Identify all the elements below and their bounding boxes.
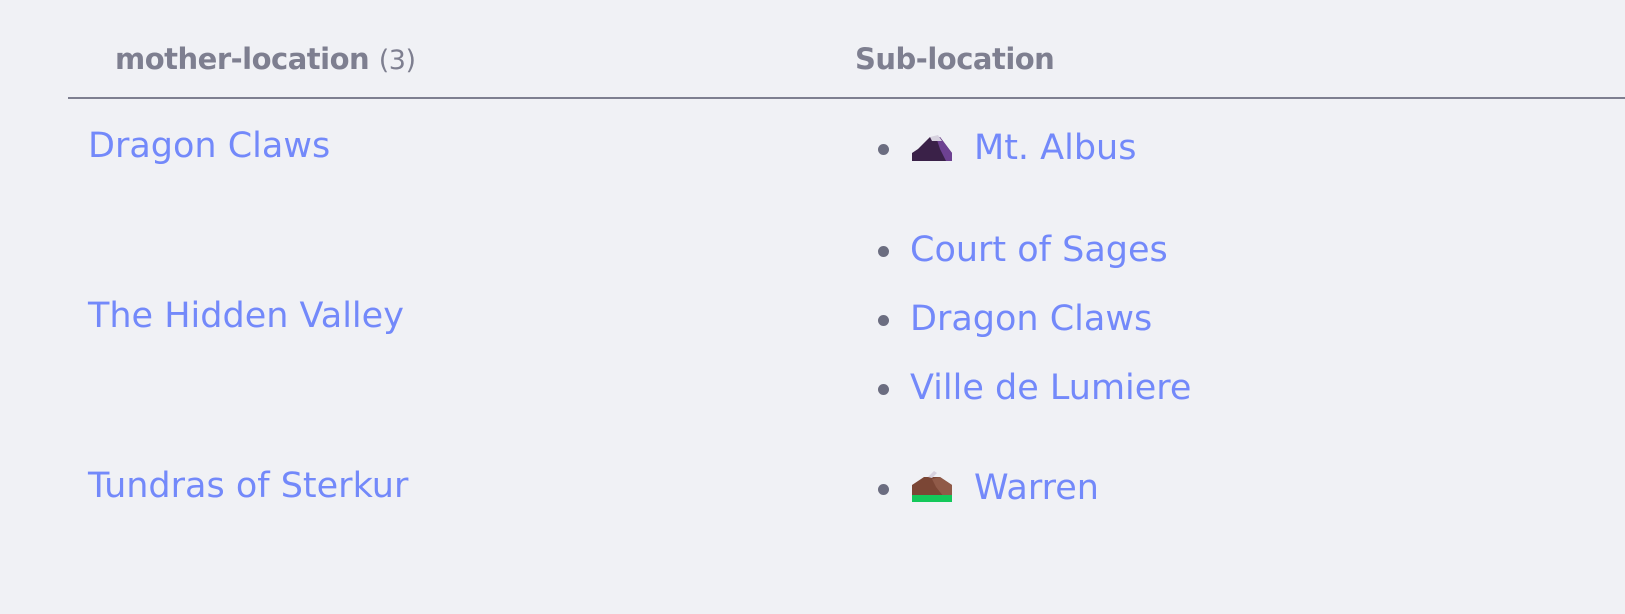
sub-location-link[interactable]: Dragon Claws bbox=[910, 299, 1152, 339]
mother-location-link[interactable]: Tundras of Sterkur bbox=[88, 466, 408, 506]
bullet bbox=[878, 246, 889, 257]
mother-location-link[interactable]: Dragon Claws bbox=[88, 126, 330, 166]
row-count: (3) bbox=[378, 45, 416, 76]
sub-location-link[interactable]: Mt. Albus bbox=[910, 128, 1136, 168]
sub-location-link[interactable]: Ville de Lumiere bbox=[910, 368, 1191, 408]
list-item: Ville de Lumiere bbox=[878, 354, 1191, 423]
header-label: Sub-location bbox=[855, 42, 1055, 76]
sub-location-list: Mt. Albus bbox=[878, 114, 1136, 183]
mother-location-link[interactable]: The Hidden Valley bbox=[88, 296, 404, 336]
list-item: Court of Sages bbox=[878, 216, 1191, 285]
sub-location-list: Warren bbox=[878, 454, 1099, 523]
sub-location-label: Mt. Albus bbox=[974, 128, 1137, 168]
bullet bbox=[878, 384, 889, 395]
list-item: Dragon Claws bbox=[878, 285, 1191, 354]
list-item: Warren bbox=[878, 454, 1099, 523]
header-divider bbox=[68, 97, 1625, 99]
sub-location-label: Warren bbox=[974, 468, 1099, 508]
table-header-mother-location[interactable]: mother-location (3) bbox=[115, 42, 416, 76]
table-header-sub-location[interactable]: Sub-location bbox=[855, 42, 1055, 76]
bullet bbox=[878, 484, 889, 495]
bullet bbox=[878, 315, 889, 326]
sub-location-link[interactable]: Court of Sages bbox=[910, 230, 1168, 270]
header-label: mother-location bbox=[115, 42, 370, 76]
sub-location-link[interactable]: Warren bbox=[910, 468, 1099, 508]
sub-location-list: Court of Sages Dragon Claws Ville de Lum… bbox=[878, 216, 1191, 423]
purple-mountain-icon bbox=[912, 135, 952, 161]
brown-green-mountain-icon bbox=[912, 471, 952, 502]
bullet bbox=[878, 144, 889, 155]
list-item: Mt. Albus bbox=[878, 114, 1136, 183]
